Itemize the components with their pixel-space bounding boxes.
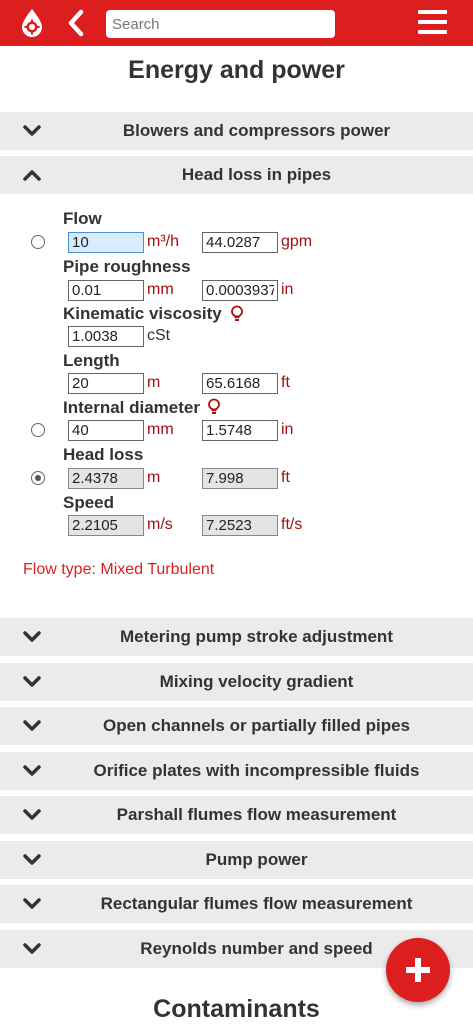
accordion-head-loss[interactable]: Head loss in pipes: [0, 156, 473, 194]
chevron-down-icon: [23, 943, 41, 954]
diameter-unit-1: mm: [147, 421, 174, 438]
viscosity-unit: cSt: [147, 327, 171, 344]
back-arrow-icon[interactable]: [63, 8, 89, 38]
hamburger-menu-icon[interactable]: [418, 10, 448, 36]
chevron-down-icon: [23, 125, 41, 136]
speed-label: Speed: [63, 493, 115, 512]
accordion-label: Head loss in pipes: [181, 165, 332, 184]
head-loss-unit-1: m: [147, 469, 161, 486]
accordion-label: Open channels or partially filled pipes: [102, 716, 411, 735]
accordion-mixing[interactable]: Mixing velocity gradient: [0, 663, 473, 701]
accordion-label: Mixing velocity gradient: [159, 672, 354, 691]
chevron-down-icon: [23, 854, 41, 865]
speed-unit-1: m/s: [147, 516, 173, 533]
accordion-open-channels[interactable]: Open channels or partially filled pipes: [0, 707, 473, 745]
accordion-parshall[interactable]: Parshall flumes flow measurement: [0, 796, 473, 834]
flow-input-m3h[interactable]: [68, 232, 144, 253]
accordion-label: Orifice plates with incompressible fluid…: [93, 761, 420, 780]
lightbulb-icon[interactable]: [230, 305, 244, 323]
accordion-pump-power[interactable]: Pump power: [0, 841, 473, 879]
roughness-label: Pipe roughness: [63, 257, 191, 276]
chevron-down-icon: [23, 676, 41, 687]
diameter-input-mm[interactable]: [68, 420, 144, 441]
chevron-down-icon: [23, 631, 41, 642]
top-bar: [0, 0, 473, 46]
search-input[interactable]: [106, 10, 335, 38]
length-input-ft[interactable]: [202, 373, 278, 394]
page-title: Energy and power: [128, 56, 345, 84]
roughness-unit-2: in: [281, 281, 294, 298]
accordion-metering[interactable]: Metering pump stroke adjustment: [0, 618, 473, 656]
flow-input-gpm[interactable]: [202, 232, 278, 253]
viscosity-input-cst[interactable]: [68, 326, 144, 347]
accordion-label: Pump power: [205, 850, 308, 869]
head-loss-output-m: [68, 468, 144, 489]
diameter-unit-2: in: [281, 421, 294, 438]
length-label: Length: [63, 351, 120, 370]
diameter-label: Internal diameter: [63, 398, 200, 417]
chevron-down-icon: [23, 898, 41, 909]
lightbulb-icon[interactable]: [207, 398, 221, 416]
diameter-input-in[interactable]: [202, 420, 278, 441]
accordion-label: Rectangular flumes flow measurement: [100, 894, 413, 913]
flow-unit-2: gpm: [281, 233, 313, 250]
roughness-unit-1: mm: [147, 281, 174, 298]
section-title-contaminants: Contaminants: [153, 995, 320, 1023]
flow-unit-1: m³/h: [147, 233, 179, 250]
speed-output-fts: [202, 515, 278, 536]
accordion-blowers[interactable]: Blowers and compressors power: [0, 112, 473, 150]
accordion-rectangular[interactable]: Rectangular flumes flow measurement: [0, 885, 473, 923]
accordion-orifice[interactable]: Orifice plates with incompressible fluid…: [0, 752, 473, 790]
head-loss-label: Head loss: [63, 445, 144, 464]
length-unit-2: ft: [281, 374, 290, 391]
roughness-input-in[interactable]: [202, 280, 278, 301]
flow-label: Flow: [63, 209, 102, 228]
roughness-input-mm[interactable]: [68, 280, 144, 301]
accordion-label: Metering pump stroke adjustment: [120, 627, 393, 646]
speed-unit-2: ft/s: [281, 516, 303, 533]
speed-output-ms: [68, 515, 144, 536]
chevron-down-icon: [23, 809, 41, 820]
chevron-up-icon: [23, 170, 41, 181]
flow-radio[interactable]: [31, 235, 45, 249]
flow-type-text: Flow type: Mixed Turbulent: [23, 561, 215, 578]
add-fab-button[interactable]: [386, 938, 450, 1002]
viscosity-label: Kinematic viscosity: [63, 304, 222, 323]
accordion-label: Blowers and compressors power: [122, 121, 391, 140]
chevron-down-icon: [23, 720, 41, 731]
head-loss-output-ft: [202, 468, 278, 489]
head-loss-unit-2: ft: [281, 469, 290, 486]
head-loss-radio[interactable]: [31, 471, 45, 485]
length-input-m[interactable]: [68, 373, 144, 394]
chevron-down-icon: [23, 765, 41, 776]
logo-icon[interactable]: [18, 8, 46, 38]
diameter-radio[interactable]: [31, 423, 45, 437]
length-unit-1: m: [147, 374, 161, 391]
accordion-label: Parshall flumes flow measurement: [116, 805, 397, 824]
